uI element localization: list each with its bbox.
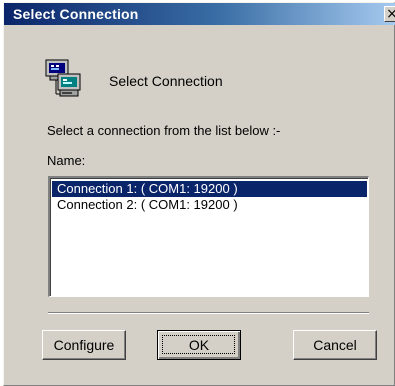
close-button[interactable]: ×: [384, 6, 395, 22]
connection-listbox[interactable]: Connection 1: ( COM1: 19200 ) Connection…: [48, 176, 369, 297]
network-computers-icon: [45, 59, 81, 97]
window-title: Select Connection: [13, 6, 139, 22]
configure-button[interactable]: Configure: [42, 330, 126, 360]
name-label: Name:: [47, 153, 86, 168]
separator: [48, 312, 369, 314]
title-bar[interactable]: Select Connection ×: [4, 3, 395, 25]
select-connection-dialog: Select Connection × Select Connection Se…: [3, 2, 395, 386]
configure-button-label: Configure: [53, 337, 115, 353]
close-icon: ×: [386, 6, 395, 22]
list-item-connection-2[interactable]: Connection 2: ( COM1: 19200 ): [52, 197, 367, 213]
cancel-button-label: Cancel: [313, 337, 357, 353]
cancel-button[interactable]: Cancel: [293, 330, 377, 360]
ok-button[interactable]: OK: [157, 330, 241, 360]
ok-button-label: OK: [188, 337, 210, 353]
list-item-connection-1[interactable]: Connection 1: ( COM1: 19200 ): [52, 181, 367, 197]
header-title: Select Connection: [109, 73, 223, 89]
instruction-text: Select a connection from the list below …: [47, 123, 281, 138]
